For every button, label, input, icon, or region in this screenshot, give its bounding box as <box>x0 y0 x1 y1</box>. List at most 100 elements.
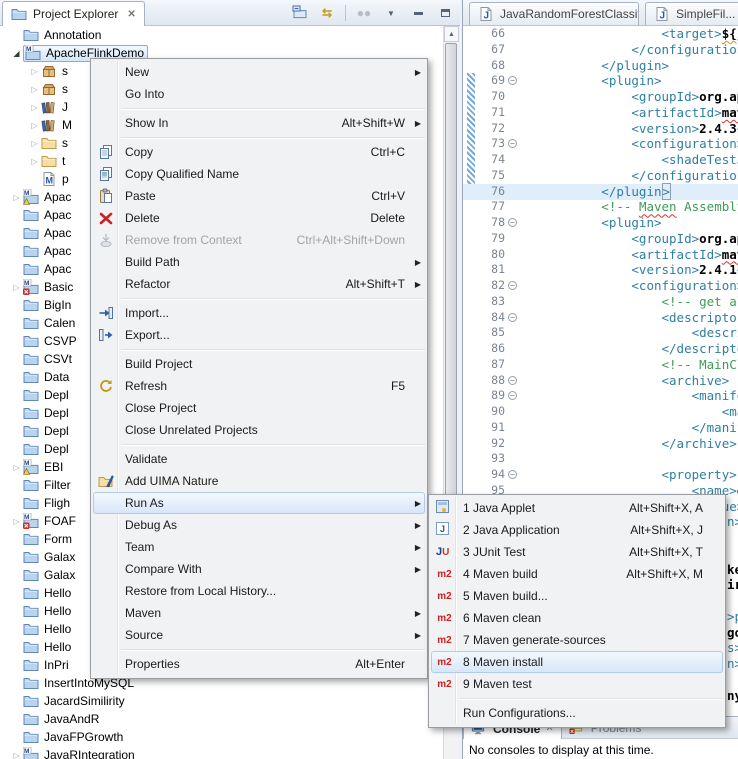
menu-item-add-uima-nature[interactable]: Add UIMA Nature <box>93 470 425 492</box>
tree-item-csvp[interactable]: CSVP <box>10 332 77 350</box>
expand-arrow-icon[interactable]: ▷ <box>28 103 41 112</box>
menu-item-delete[interactable]: DeleteDelete <box>93 207 425 229</box>
tree-item-s[interactable]: ▷s <box>28 134 68 152</box>
link-with-editor-button[interactable]: ⇆ <box>318 4 336 22</box>
scroll-up-arrow-icon[interactable]: ▲ <box>444 26 459 42</box>
expand-arrow-icon[interactable]: ▷ <box>28 121 41 130</box>
maximize-button[interactable] <box>436 4 454 22</box>
menu-item-export[interactable]: Export... <box>93 324 425 346</box>
tree-item-hello[interactable]: Hello <box>10 620 71 638</box>
menu-item-new[interactable]: New▶ <box>93 61 425 83</box>
menu-dots-button[interactable]: ●● <box>355 4 373 22</box>
expand-arrow-icon[interactable]: ▷ <box>10 193 23 202</box>
submenu-item-2-java-application[interactable]: J2 Java ApplicationAlt+Shift+X, J <box>431 519 723 541</box>
submenu-item-4-maven-build[interactable]: m24 Maven buildAlt+Shift+X, M <box>431 563 723 585</box>
menu-item-paste[interactable]: PasteCtrl+V <box>93 185 425 207</box>
menu-item-show-in[interactable]: Show InAlt+Shift+W▶ <box>93 112 425 134</box>
menu-item-close-unrelated-projects[interactable]: Close Unrelated Projects <box>93 419 425 441</box>
menu-item-refresh[interactable]: RefreshF5 <box>93 375 425 397</box>
menu-item-properties[interactable]: PropertiesAlt+Enter <box>93 653 425 675</box>
menu-item-remove-from-context[interactable]: Remove from ContextCtrl+Alt+Shift+Down <box>93 229 425 251</box>
submenu-item-5-maven-build[interactable]: m25 Maven build... <box>431 585 723 607</box>
submenu-item-7-maven-generate-sources[interactable]: m27 Maven generate-sources <box>431 629 723 651</box>
menu-item-go-into[interactable]: Go Into <box>93 83 425 105</box>
tree-item-foaf[interactable]: ▷MFOAF <box>10 512 76 530</box>
menu-item-run-as[interactable]: Run As▶ <box>93 492 425 514</box>
menu-item-import[interactable]: Import... <box>93 302 425 324</box>
menu-item-validate[interactable]: Validate <box>93 448 425 470</box>
menu-item-close-project[interactable]: Close Project <box>93 397 425 419</box>
expand-arrow-icon[interactable]: ▷ <box>28 139 41 148</box>
tree-item-bigin[interactable]: BigIn <box>10 296 71 314</box>
tree-item-t[interactable]: ▷t <box>28 152 65 170</box>
tree-item-apac[interactable]: Apac <box>10 224 71 242</box>
tree-item-filter[interactable]: Filter <box>10 476 71 494</box>
tree-item-hello[interactable]: Hello <box>10 602 71 620</box>
tree-item-depl[interactable]: Depl <box>10 404 69 422</box>
menu-item-maven[interactable]: Maven▶ <box>93 602 425 624</box>
menu-item-source[interactable]: Source▶ <box>93 624 425 646</box>
editor-tab-0[interactable]: JJavaRandomForestClassifi... <box>469 2 639 26</box>
menu-item-build-path[interactable]: Build Path▶ <box>93 251 425 273</box>
tree-item-csvt[interactable]: CSVt <box>10 350 72 368</box>
tree-item-ebi[interactable]: ▷MEBI <box>10 458 63 476</box>
tree-item-inpri[interactable]: InPri <box>10 656 69 674</box>
expand-arrow-icon[interactable]: ▷ <box>10 517 23 526</box>
submenu-item-run-configurations[interactable]: Run Configurations... <box>431 702 723 724</box>
submenu-item-1-java-applet[interactable]: 1 Java AppletAlt+Shift+X, A <box>431 497 723 519</box>
tree-item-galax[interactable]: Galax <box>10 548 75 566</box>
collapse-arrow-icon[interactable]: ◢ <box>10 49 23 58</box>
tree-item-s[interactable]: ▷s <box>28 62 68 80</box>
expand-arrow-icon[interactable]: ▷ <box>28 85 41 94</box>
tree-item-data[interactable]: Data <box>10 368 69 386</box>
tree-item-apac[interactable]: ▷MApac <box>10 188 71 206</box>
tree-item-hello[interactable]: Hello <box>10 584 71 602</box>
menu-item-compare-with[interactable]: Compare With▶ <box>93 558 425 580</box>
menu-item-restore-from-local-history[interactable]: Restore from Local History... <box>93 580 425 602</box>
tree-item-p[interactable]: Mp <box>28 170 69 188</box>
menu-item-debug-as[interactable]: Debug As▶ <box>93 514 425 536</box>
tree-item-javarintegration[interactable]: ▷MJavaRIntegration <box>10 746 135 759</box>
tree-item-fligh[interactable]: Fligh <box>10 494 70 512</box>
package-icon <box>41 63 58 79</box>
tree-item-m[interactable]: ▷M <box>28 116 72 134</box>
menu-item-build-project[interactable]: Build Project <box>93 353 425 375</box>
submenu-item-8-maven-install[interactable]: m28 Maven install <box>431 651 723 673</box>
tree-item-javaandr[interactable]: JavaAndR <box>10 710 99 728</box>
close-icon[interactable]: ✕ <box>127 9 135 20</box>
submenu-item-9-maven-test[interactable]: m29 Maven test <box>431 673 723 695</box>
expand-arrow-icon[interactable]: ▷ <box>10 751 23 759</box>
collapse-all-button[interactable] <box>291 4 309 22</box>
submenu-item-3-junit-test[interactable]: JU3 JUnit TestAlt+Shift+X, T <box>431 541 723 563</box>
tree-item-javafpgrowth[interactable]: JavaFPGrowth <box>10 728 123 746</box>
tree-item-depl[interactable]: Depl <box>10 440 69 458</box>
expand-arrow-icon[interactable]: ▷ <box>10 463 23 472</box>
expand-arrow-icon[interactable]: ▷ <box>28 157 41 166</box>
tree-item-apac[interactable]: Apac <box>10 260 71 278</box>
tree-item-hello[interactable]: Hello <box>10 638 71 656</box>
editor-tab-1[interactable]: JSimpleFil... <box>645 2 738 26</box>
expand-arrow-icon[interactable]: ▷ <box>10 283 23 292</box>
expand-arrow-icon[interactable]: ▷ <box>28 67 41 76</box>
menu-item-copy[interactable]: CopyCtrl+C <box>93 141 425 163</box>
code-text: <shadeTestJa <box>511 152 738 168</box>
tree-item-depl[interactable]: Depl <box>10 422 69 440</box>
minimize-button[interactable] <box>409 4 427 22</box>
menu-item-refactor[interactable]: RefactorAlt+Shift+T▶ <box>93 273 425 295</box>
tree-item-basic[interactable]: ▷MBasic <box>10 278 73 296</box>
tree-item-apac[interactable]: Apac <box>10 242 71 260</box>
view-menu-button[interactable]: ▼ <box>382 4 400 22</box>
tree-item-apac[interactable]: Apac <box>10 206 71 224</box>
tree-item-depl[interactable]: Depl <box>10 386 69 404</box>
submenu-item-6-maven-clean[interactable]: m26 Maven clean <box>431 607 723 629</box>
menu-item-copy-qualified-name[interactable]: Copy Qualified Name <box>93 163 425 185</box>
tree-item-calen[interactable]: Calen <box>10 314 75 332</box>
tree-item-galax[interactable]: Galax <box>10 566 75 584</box>
menu-item-team[interactable]: Team▶ <box>93 536 425 558</box>
tree-item-form[interactable]: Form <box>10 530 72 548</box>
tab-project-explorer[interactable]: Project Explorer ✕ <box>2 1 145 26</box>
tree-item-annotation[interactable]: Annotation <box>10 26 101 44</box>
tree-item-jacardsimilirity[interactable]: JacardSimilirity <box>10 692 125 710</box>
tree-item-j[interactable]: ▷J <box>28 98 68 116</box>
tree-item-s[interactable]: ▷s <box>28 80 68 98</box>
